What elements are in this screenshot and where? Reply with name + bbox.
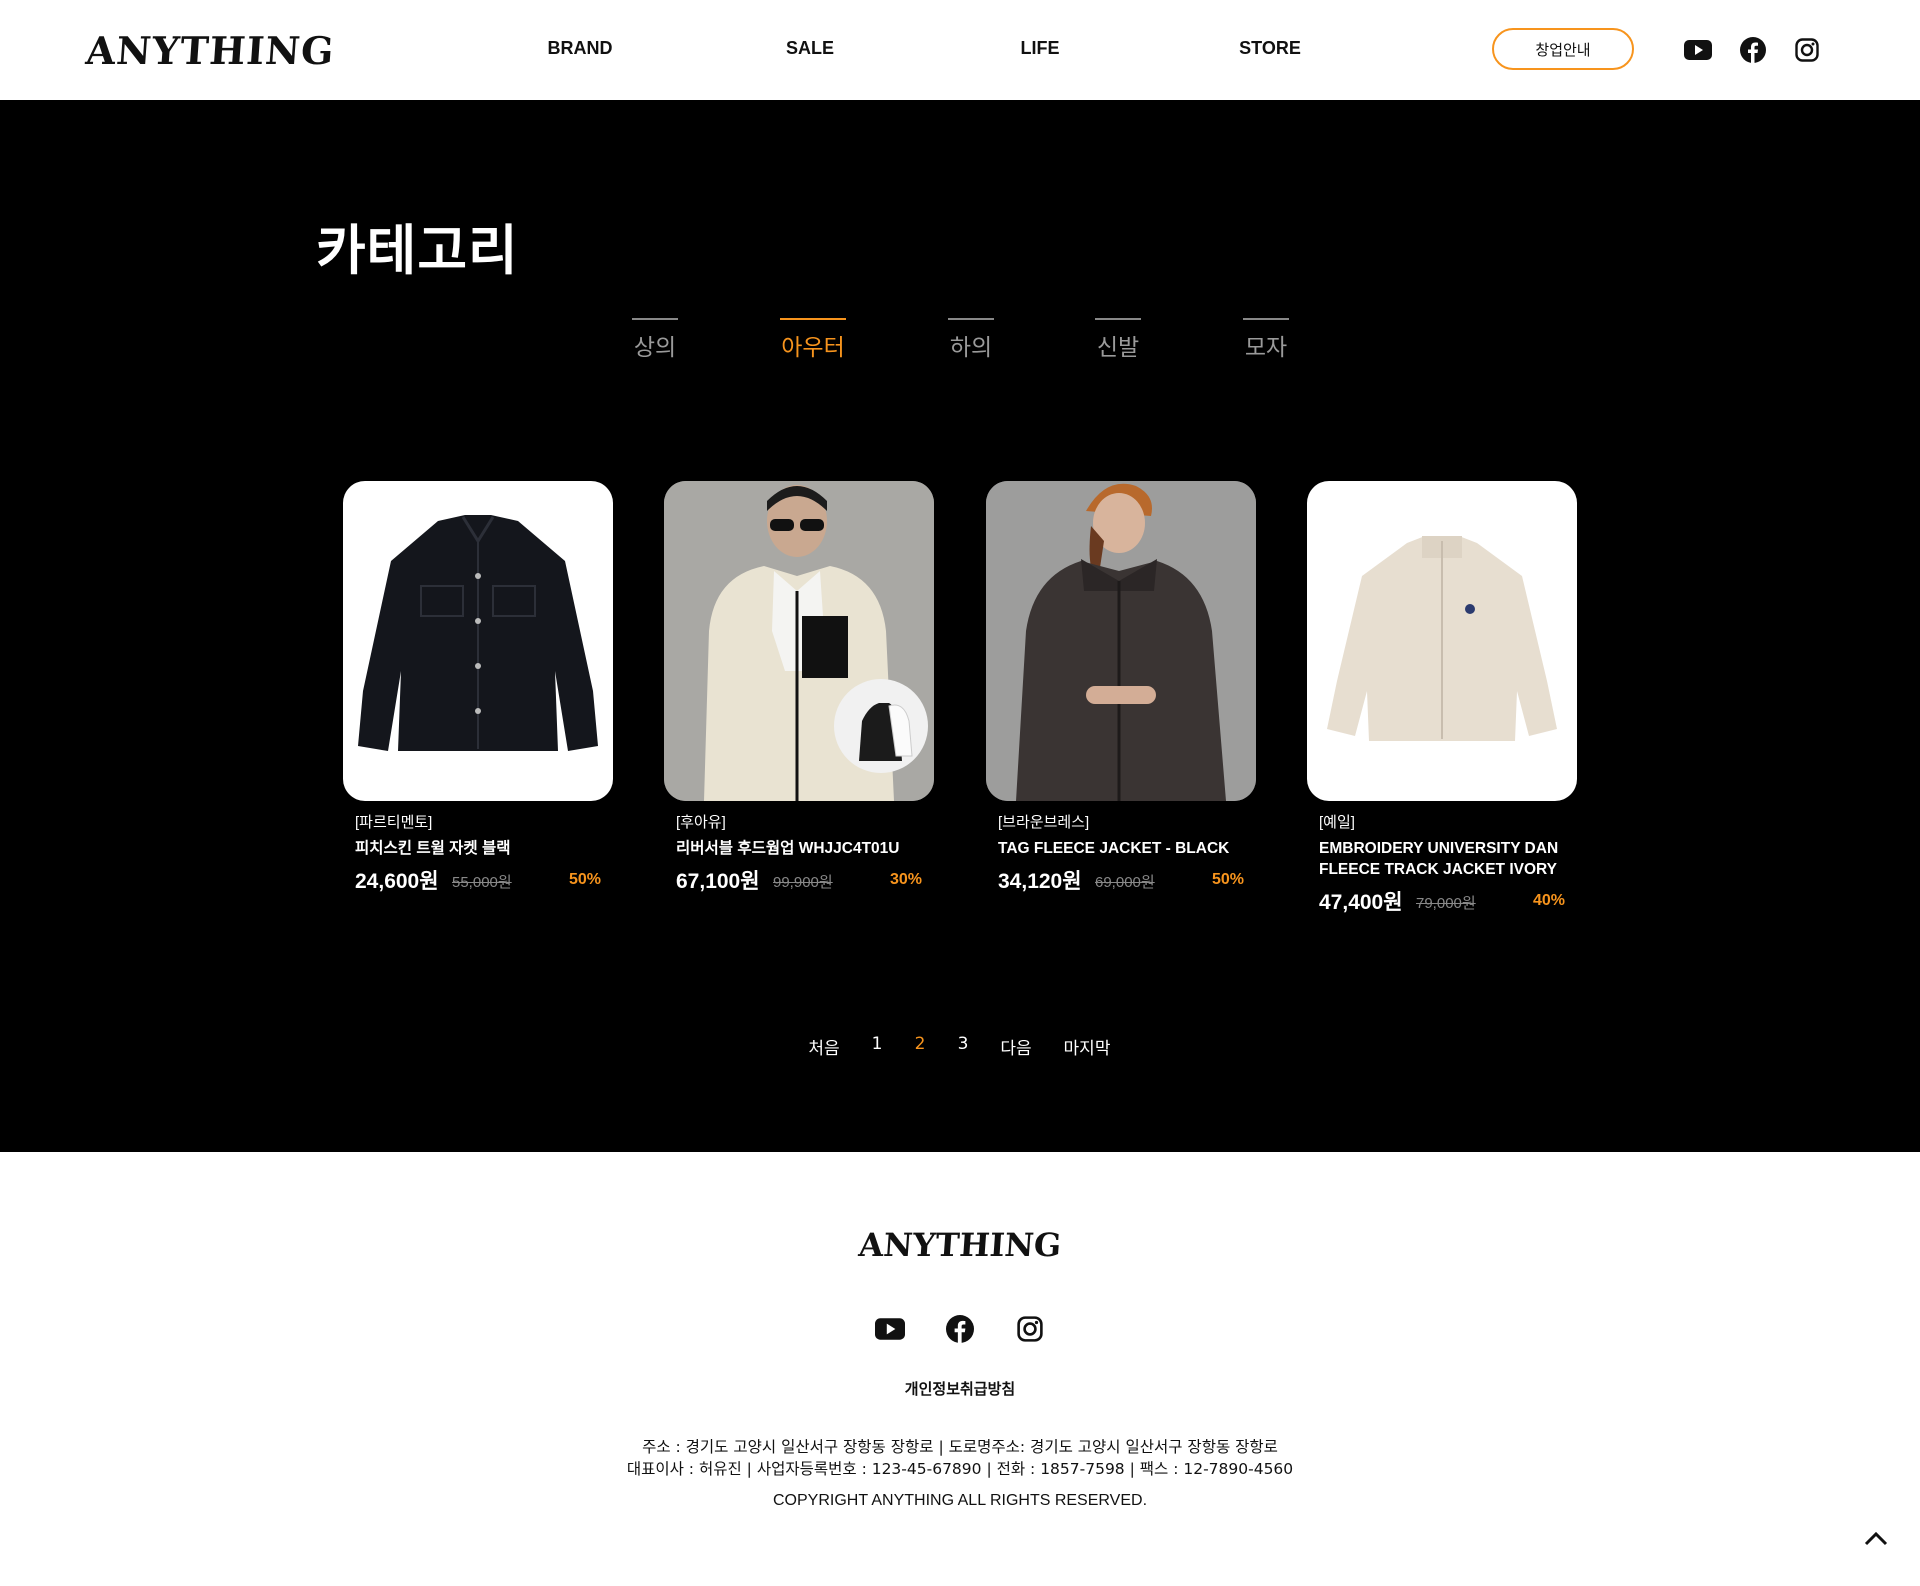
tab-underline bbox=[1095, 318, 1141, 320]
tab-shoes[interactable]: 신발 bbox=[1095, 318, 1141, 362]
tab-underline bbox=[948, 318, 994, 320]
facebook-icon[interactable] bbox=[945, 1314, 975, 1344]
product-card[interactable]: [브라운브레스] TAG FLEECE JACKET - BLACK 34,12… bbox=[986, 481, 1256, 895]
site-footer: ANYTHING 개인정보취급방침 주소 : 경기도 고양시 일산서구 장항동 … bbox=[0, 1152, 1920, 1586]
tab-underline bbox=[1243, 318, 1289, 320]
tab-label: 모자 bbox=[1244, 335, 1288, 361]
product-discount: 40% bbox=[1532, 892, 1565, 909]
nav-brand[interactable]: BRAND bbox=[548, 38, 613, 59]
product-name[interactable]: 리버서블 후드웜업 WHJJC4T01U bbox=[676, 838, 922, 859]
product-name[interactable]: TAG FLEECE JACKET - BLACK bbox=[998, 838, 1244, 859]
product-original-price: 55,000원 bbox=[452, 874, 512, 891]
startup-info-button[interactable]: 창업안내 bbox=[1492, 28, 1634, 70]
product-image[interactable] bbox=[986, 481, 1256, 801]
pagination-page-1[interactable]: 1 bbox=[872, 1034, 883, 1054]
product-brand: [브라운브레스] bbox=[998, 814, 1090, 831]
product-original-price: 69,000원 bbox=[1095, 874, 1155, 891]
product-image[interactable] bbox=[343, 481, 613, 801]
pagination-page-3[interactable]: 3 bbox=[958, 1034, 969, 1054]
chevron-up-icon bbox=[1864, 1531, 1888, 1546]
tab-label: 하의 bbox=[949, 335, 993, 361]
product-name[interactable]: EMBROIDERY UNIVERSITY DAN FLEECE TRACK J… bbox=[1319, 838, 1565, 880]
pagination-last[interactable]: 마지막 bbox=[1064, 1034, 1111, 1059]
site-logo[interactable]: ANYTHING bbox=[84, 28, 336, 73]
product-discount: 30% bbox=[889, 871, 922, 888]
facebook-icon[interactable] bbox=[1739, 36, 1767, 64]
product-card[interactable]: [파르티멘토] 피치스킨 트윌 자켓 블랙 24,600원 55,000원 50… bbox=[343, 481, 613, 895]
page-title: 카테고리 bbox=[316, 219, 519, 282]
footer-address: 주소 : 경기도 고양시 일산서구 장항동 장항로 | 도로명주소: 경기도 고… bbox=[642, 1438, 1278, 1456]
category-section: 카테고리 상의 아우터 하의 신발 모자 [파르티멘토] 피치스킨 트윌 자켓 … bbox=[0, 100, 1920, 1152]
product-discount: 50% bbox=[568, 871, 601, 888]
product-discount: 50% bbox=[1211, 871, 1244, 888]
product-image[interactable] bbox=[1307, 481, 1577, 801]
tab-label: 상의 bbox=[633, 335, 677, 361]
tab-hats[interactable]: 모자 bbox=[1243, 318, 1289, 362]
pagination-page-2[interactable]: 2 bbox=[915, 1034, 926, 1054]
product-name[interactable]: 피치스킨 트윌 자켓 블랙 bbox=[355, 838, 601, 859]
privacy-policy-link[interactable]: 개인정보취급방침 bbox=[905, 1378, 1015, 1399]
product-brand: [후아유] bbox=[676, 814, 726, 831]
instagram-icon[interactable] bbox=[1015, 1314, 1045, 1344]
nav-sale[interactable]: SALE bbox=[786, 38, 834, 59]
product-original-price: 79,000원 bbox=[1416, 895, 1476, 912]
tab-label: 아우터 bbox=[781, 335, 845, 361]
product-card[interactable]: [후아유] 리버서블 후드웜업 WHJJC4T01U 67,100원 99,90… bbox=[664, 481, 934, 895]
pagination-first[interactable]: 처음 bbox=[808, 1034, 839, 1059]
product-price: 67,100원 bbox=[676, 870, 760, 893]
product-card[interactable]: [예일] EMBROIDERY UNIVERSITY DAN FLEECE TR… bbox=[1307, 481, 1577, 916]
tab-outer[interactable]: 아우터 bbox=[780, 318, 846, 362]
nav-life[interactable]: LIFE bbox=[1021, 38, 1060, 59]
tab-bottoms[interactable]: 하의 bbox=[948, 318, 994, 362]
product-brand: [파르티멘토] bbox=[355, 814, 433, 831]
tab-underline bbox=[780, 318, 846, 320]
product-brand: [예일] bbox=[1319, 814, 1355, 831]
product-price: 34,120원 bbox=[998, 870, 1082, 893]
product-price: 24,600원 bbox=[355, 870, 439, 893]
youtube-icon[interactable] bbox=[1684, 36, 1712, 64]
product-original-price: 99,900원 bbox=[773, 874, 833, 891]
scroll-to-top-button[interactable] bbox=[1858, 1520, 1894, 1556]
tab-underline bbox=[632, 318, 678, 320]
site-header: ANYTHING BRAND SALE LIFE STORE 창업안내 bbox=[0, 0, 1920, 100]
nav-store[interactable]: STORE bbox=[1239, 38, 1301, 59]
footer-logo[interactable]: ANYTHING bbox=[857, 1226, 1062, 1264]
youtube-icon[interactable] bbox=[875, 1314, 905, 1344]
product-price: 47,400원 bbox=[1319, 891, 1403, 914]
product-image[interactable] bbox=[664, 481, 934, 801]
tab-tops[interactable]: 상의 bbox=[632, 318, 678, 362]
footer-company-info: 대표이사 : 허유진 | 사업자등록번호 : 123-45-67890 | 전화… bbox=[626, 1460, 1294, 1478]
copyright: COPYRIGHT ANYTHING ALL RIGHTS RESERVED. bbox=[772, 1492, 1148, 1509]
tab-label: 신발 bbox=[1096, 335, 1140, 361]
pagination-next[interactable]: 다음 bbox=[1000, 1034, 1031, 1059]
instagram-icon[interactable] bbox=[1793, 36, 1821, 64]
